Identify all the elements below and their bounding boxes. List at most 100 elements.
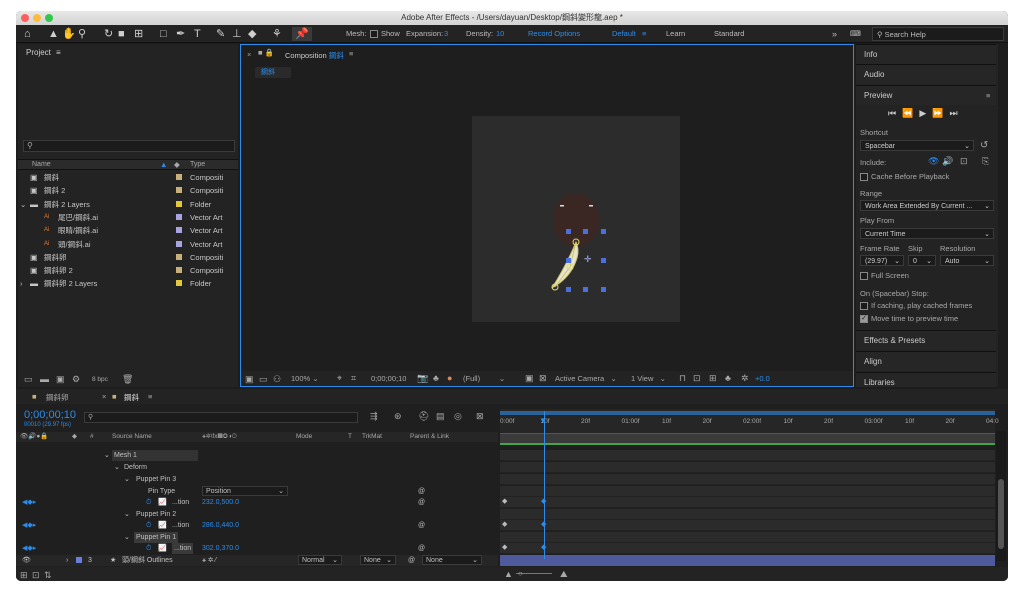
pin-2-position-value[interactable]: 286.0,440.0: [202, 520, 239, 531]
full-screen-checkbox[interactable]: Full Screen: [860, 271, 909, 281]
chevron-down-icon[interactable]: ⌄: [20, 198, 26, 211]
transparency-grid-icon[interactable]: ⊠: [539, 373, 547, 384]
show-snapshot-icon[interactable]: ♣: [433, 373, 439, 383]
keyframe-icon[interactable]: ◆: [502, 497, 507, 505]
include-passthrough-icon[interactable]: ⎘: [982, 156, 989, 167]
home-icon[interactable]: ⌂: [24, 27, 31, 41]
hand-tool-icon[interactable]: ✋: [62, 27, 76, 41]
parent-link-header[interactable]: Parent & Link: [410, 432, 449, 442]
preview-menu-icon[interactable]: ≡: [986, 91, 990, 100]
stopwatch-icon[interactable]: ⏱: [146, 497, 151, 508]
project-item[interactable]: Ai 頭/鋼斜.ai Vector Art: [18, 238, 238, 251]
project-item[interactable]: Ai 眼睛/鋼斜.ai Vector Art: [18, 224, 238, 237]
show-channel-icon[interactable]: ●: [447, 373, 452, 383]
comp-mini-flowchart-icon[interactable]: ⇶: [370, 411, 378, 422]
always-preview-icon[interactable]: ▣: [245, 374, 254, 385]
zoom-tool-icon[interactable]: ⚲: [78, 27, 86, 41]
fast-previews-icon[interactable]: ▣: [525, 373, 534, 384]
mode-header[interactable]: Mode: [296, 432, 312, 442]
pin-1-position-value[interactable]: 302.0,370.0: [202, 543, 239, 554]
label-color-swatch[interactable]: [176, 253, 182, 260]
first-frame-icon[interactable]: ⏮: [888, 108, 902, 118]
current-time-indicator[interactable]: 0;00;00;10: [24, 409, 76, 421]
name-column-header[interactable]: Name: [32, 161, 51, 168]
reset-icon[interactable]: ↺: [980, 140, 988, 151]
zoom-in-icon[interactable]: ⛰: [560, 569, 568, 580]
draft-3d-icon[interactable]: ⊛: [394, 411, 402, 422]
3d-renderer-icon[interactable]: ⊡: [693, 373, 701, 384]
layer-switches-icons[interactable]: ⚹ ✲ ⁄: [202, 555, 216, 566]
play-icon[interactable]: ▶: [919, 108, 932, 118]
clone-stamp-tool-icon[interactable]: ⊥: [232, 27, 242, 41]
layer-label-swatch[interactable]: [76, 557, 82, 563]
view-layout-dropdown[interactable]: 1 View ⌄: [631, 374, 666, 383]
new-folder-icon[interactable]: ▬: [40, 374, 49, 384]
timeline-menu-icon[interactable]: ≡: [148, 392, 152, 401]
show-mesh-checkbox-box[interactable]: [370, 30, 378, 39]
expansion-value[interactable]: 3: [444, 27, 448, 41]
puppet-pin-2-row[interactable]: ⌄ Puppet Pin 2: [16, 509, 498, 520]
vr-icon[interactable]: ▭: [259, 374, 268, 385]
deform-row[interactable]: ⌄ Deform: [16, 462, 498, 473]
visibility-icon[interactable]: 👁: [22, 555, 31, 566]
motion-blur-icon[interactable]: ◎: [454, 411, 462, 422]
camera-tool-icon[interactable]: ■: [118, 27, 125, 41]
new-composition-icon[interactable]: ▣: [56, 374, 65, 385]
cache-before-playback-checkbox[interactable]: Cache Before Playback: [860, 172, 949, 182]
brush-tool-icon[interactable]: ✎: [216, 27, 225, 41]
play-from-dropdown[interactable]: Current Time ⌄: [860, 228, 994, 239]
keyframe-navigator-icon[interactable]: ◀◆▸: [22, 497, 36, 508]
keyframe-navigator-icon[interactable]: ◀◆▸: [22, 543, 36, 554]
composition-tab-label[interactable]: Composition 鋼斜: [285, 50, 344, 61]
label-color-swatch[interactable]: [176, 267, 182, 274]
work-area-region[interactable]: [500, 433, 995, 443]
frame-blending-icon[interactable]: ▤: [436, 411, 445, 422]
work-area-bar[interactable]: [500, 411, 995, 415]
playhead-line[interactable]: [544, 411, 545, 559]
project-item[interactable]: Ai 尾巴/鋼斜.ai Vector Art: [18, 211, 238, 224]
chevron-down-icon[interactable]: ⌄: [124, 509, 130, 520]
close-tab-icon[interactable]: ×: [247, 50, 251, 59]
exposure-value[interactable]: +0.0: [755, 374, 770, 383]
layer-row[interactable]: 👁 › 3 ★ 頭/鋼斜 Outlines ⚹ ✲ ⁄ Normal ⌄ None…: [16, 555, 498, 566]
keyframe-navigator-icon[interactable]: ◀◆▸: [22, 520, 36, 531]
workspace-learn-tab[interactable]: Learn: [666, 27, 685, 41]
puppet-pin-3-row[interactable]: ⌄ Puppet Pin 3: [16, 474, 498, 485]
rotate-tool-icon[interactable]: ↻: [104, 27, 113, 41]
previous-frame-icon[interactable]: ⏪: [902, 108, 919, 118]
expand-layer-switches-icon[interactable]: ⊞: [20, 570, 28, 581]
chevron-down-icon[interactable]: ⌄: [124, 474, 130, 485]
info-panel-header[interactable]: Info: [856, 44, 996, 64]
show-mesh-checkbox[interactable]: Show: [370, 27, 400, 41]
range-dropdown[interactable]: Work Area Extended By Current ... ⌄: [860, 200, 994, 211]
eraser-tool-icon[interactable]: ◆: [248, 27, 256, 41]
toggle-pixel-aspect-icon[interactable]: ⊓: [679, 373, 686, 384]
effects-presets-header[interactable]: Effects & Presets: [856, 330, 996, 350]
selection-tool-icon[interactable]: ▲: [48, 27, 59, 41]
label-color-swatch[interactable]: [176, 240, 182, 247]
type-tool-icon[interactable]: T: [194, 27, 201, 41]
parent-dropdown[interactable]: None ⌄: [422, 555, 482, 565]
comp-breadcrumb[interactable]: 鋼斜: [255, 67, 291, 78]
pickwhip-icon[interactable]: @: [418, 497, 425, 508]
rectangle-tool-icon[interactable]: □: [160, 27, 167, 41]
graph-icon[interactable]: 📈: [158, 543, 167, 554]
search-help-field[interactable]: ⚲ Search Help: [872, 27, 1004, 41]
graph-editor-icon[interactable]: ⊠: [476, 411, 484, 422]
close-window-button[interactable]: [21, 14, 29, 22]
zoom-slider-thumb[interactable]: ○: [518, 569, 523, 578]
include-audio-icon[interactable]: 🔊: [942, 156, 953, 167]
minimize-window-button[interactable]: [33, 14, 41, 22]
pin-type-dropdown[interactable]: Position ⌄: [202, 486, 288, 496]
label-color-swatch[interactable]: [176, 200, 182, 207]
checkmark-icon[interactable]: ✓: [860, 315, 868, 324]
interpret-footage-icon[interactable]: ▭: [24, 374, 33, 385]
pickwhip-icon[interactable]: @: [418, 543, 425, 554]
exposure-icon[interactable]: ✲: [741, 373, 749, 384]
project-item[interactable]: ▣ 鋼斜卵 2 Compositi: [18, 264, 238, 277]
last-frame-icon[interactable]: ⏭: [949, 108, 963, 118]
chevron-down-icon[interactable]: ⌄: [114, 462, 120, 473]
zoom-window-button[interactable]: [45, 14, 53, 22]
density-value[interactable]: 10: [496, 27, 504, 41]
bit-depth-button[interactable]: 8 bpc: [92, 376, 108, 383]
